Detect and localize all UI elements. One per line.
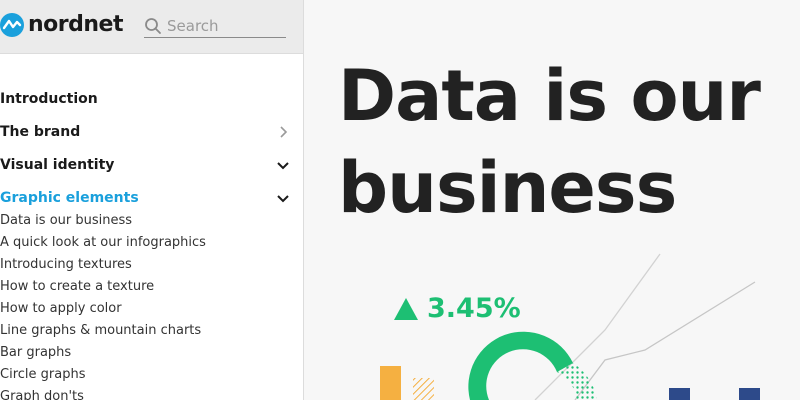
line-graph-line bbox=[574, 281, 756, 400]
nav-item-label: The brand bbox=[0, 124, 81, 140]
sub-item-create-texture[interactable]: How to create a texture bbox=[0, 277, 154, 297]
nav-item-label: Visual identity bbox=[0, 157, 115, 173]
nav-item-label: Introduction bbox=[0, 91, 98, 107]
search-box bbox=[144, 14, 286, 38]
donut-segment bbox=[468, 331, 573, 400]
line-graph-line bbox=[534, 253, 661, 400]
nav-item-introduction[interactable]: Introduction bbox=[0, 86, 296, 112]
sub-item-circle-graphs[interactable]: Circle graphs bbox=[0, 365, 85, 385]
nav-item-the-brand[interactable]: The brand bbox=[0, 119, 296, 145]
sub-item-infographics[interactable]: A quick look at our infographics bbox=[0, 233, 206, 253]
sidebar-header: nordnet bbox=[0, 0, 303, 54]
sub-item-bar-graphs[interactable]: Bar graphs bbox=[0, 343, 71, 363]
bar-navy bbox=[669, 388, 690, 400]
nordnet-logo-icon bbox=[0, 12, 24, 37]
chevron-down-icon bbox=[277, 195, 289, 203]
bar-hatched bbox=[413, 378, 434, 400]
sub-item-introducing-textures[interactable]: Introducing textures bbox=[0, 255, 132, 275]
chevron-right-icon bbox=[280, 126, 288, 138]
sidebar: nordnet Introduction The brand Visual id… bbox=[0, 0, 304, 400]
nav-item-visual-identity[interactable]: Visual identity bbox=[0, 152, 296, 178]
page-title-line2: business bbox=[338, 147, 677, 229]
sub-item-data-is-our-business[interactable]: Data is our business bbox=[0, 211, 132, 231]
bar-solid bbox=[380, 366, 401, 400]
page-title-line1: Data is our bbox=[338, 55, 761, 137]
nav-item-label: Graphic elements bbox=[0, 190, 139, 206]
sub-item-graph-donts[interactable]: Graph don'ts bbox=[0, 387, 84, 400]
search-icon[interactable] bbox=[144, 17, 162, 35]
page-title: Data is our business bbox=[338, 50, 800, 234]
bar-navy bbox=[739, 388, 760, 400]
main-content: Data is our business 3.45% bbox=[305, 0, 800, 400]
brand-logo[interactable]: nordnet bbox=[0, 12, 123, 37]
infographic-illustration bbox=[380, 253, 760, 400]
sub-item-line-graphs[interactable]: Line graphs & mountain charts bbox=[0, 321, 201, 341]
brand-name: nordnet bbox=[28, 12, 123, 37]
chevron-down-icon bbox=[277, 162, 289, 170]
sub-item-apply-color[interactable]: How to apply color bbox=[0, 299, 122, 319]
search-input[interactable] bbox=[167, 16, 285, 35]
nav-item-graphic-elements[interactable]: Graphic elements bbox=[0, 185, 296, 211]
